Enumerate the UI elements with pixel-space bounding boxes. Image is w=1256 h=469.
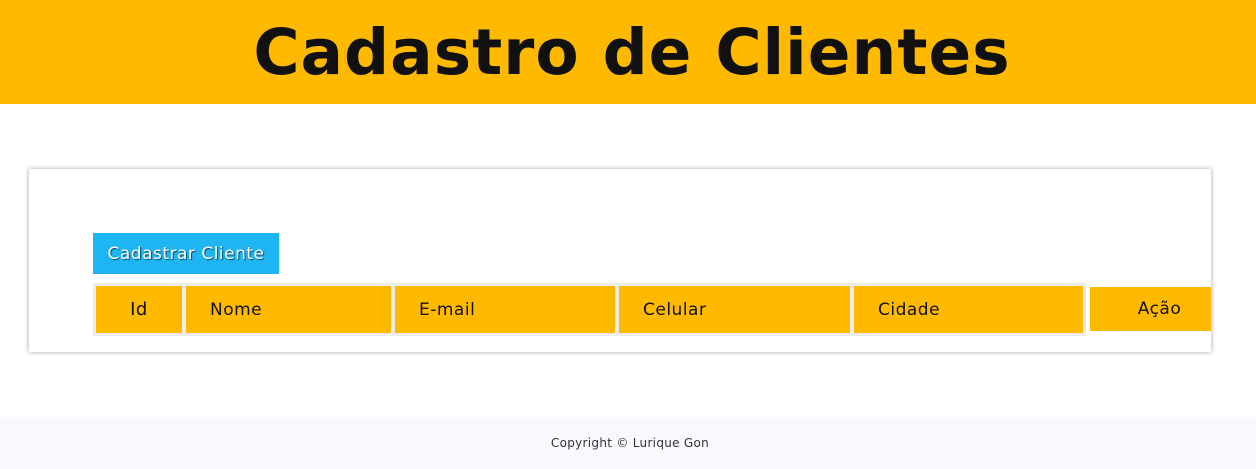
column-header-cidade: Cidade (854, 286, 1083, 333)
copyright-text: Copyright © Lurique Gon (550, 436, 710, 450)
clients-table-header: Id Nome E-mail Celular Cidade (93, 283, 1086, 336)
column-header-celular: Celular (619, 286, 850, 333)
column-header-email: E-mail (395, 286, 615, 333)
page-title: Cadastro de Clientes (253, 15, 1011, 89)
page-header: Cadastro de Clientes (0, 0, 1256, 104)
page-footer: Copyright © Lurique Gon (0, 417, 1256, 469)
clients-card: Cadastrar Cliente Id Nome E-mail Celular… (29, 169, 1211, 352)
column-header-nome: Nome (186, 286, 391, 333)
column-header-id: Id (96, 286, 182, 333)
add-client-button[interactable]: Cadastrar Cliente (93, 233, 279, 274)
column-header-acao: Ação (1090, 287, 1211, 331)
